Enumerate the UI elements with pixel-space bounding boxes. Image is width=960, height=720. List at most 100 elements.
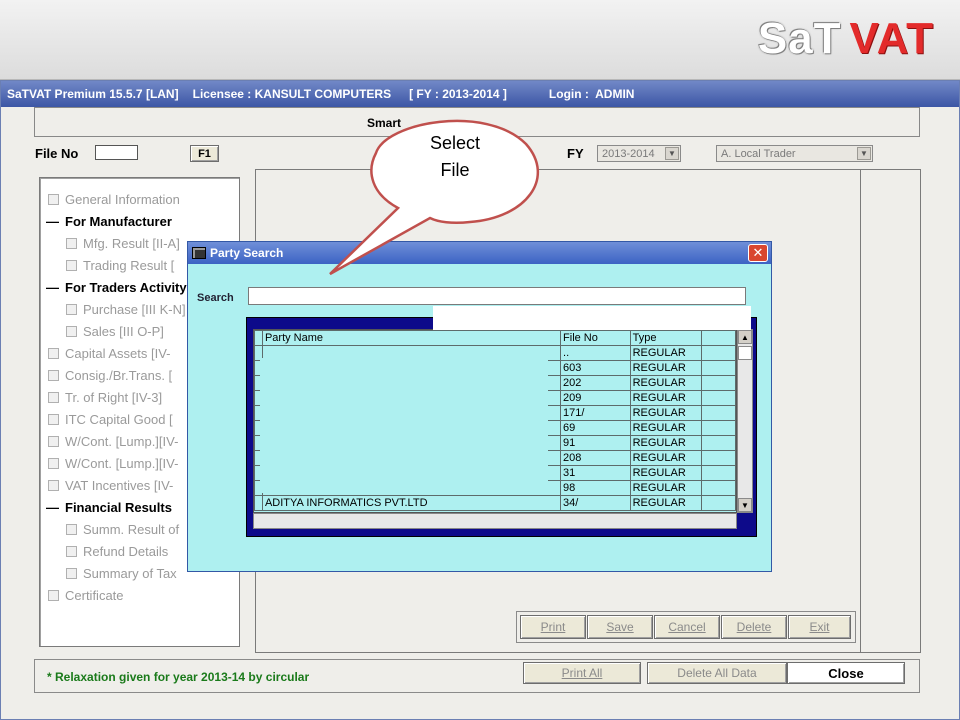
checkbox-icon[interactable] xyxy=(48,436,59,447)
file-no-cell[interactable]: 209 xyxy=(560,390,631,406)
delete-all-data-button[interactable]: Delete All Data xyxy=(647,662,787,684)
checkbox-icon[interactable] xyxy=(48,414,59,425)
type-cell[interactable]: REGULAR xyxy=(629,420,703,436)
type-cell[interactable]: REGULAR xyxy=(629,480,703,496)
tree-item-label: Trading Result [ xyxy=(83,258,175,273)
checkbox-icon[interactable] xyxy=(48,590,59,601)
print-button[interactable]: Print xyxy=(520,615,586,639)
file-no-cell[interactable]: 202 xyxy=(560,375,631,391)
checkbox-icon[interactable] xyxy=(66,326,77,337)
type-cell[interactable]: REGULAR xyxy=(629,495,703,511)
collapse-icon[interactable]: — xyxy=(46,500,59,515)
checkbox-icon[interactable] xyxy=(48,458,59,469)
tree-item[interactable]: VAT Incentives [IV- xyxy=(48,478,173,493)
file-no-cell[interactable]: 34/ xyxy=(560,495,631,511)
blank-cell[interactable] xyxy=(701,435,736,451)
checkbox-icon[interactable] xyxy=(48,194,59,205)
horizontal-scrollbar[interactable] xyxy=(253,513,737,529)
tree-item[interactable]: W/Cont. [Lump.][IV- xyxy=(48,434,178,449)
checkbox-icon[interactable] xyxy=(48,370,59,381)
checkbox-icon[interactable] xyxy=(66,260,77,271)
tree-item[interactable]: Consig./Br.Trans. [ xyxy=(48,368,172,383)
print-all-button[interactable]: Print All xyxy=(523,662,641,684)
f1-button[interactable]: F1 xyxy=(190,145,219,162)
collapse-icon[interactable]: — xyxy=(46,280,59,295)
checkbox-icon[interactable] xyxy=(48,480,59,491)
checkbox-icon[interactable] xyxy=(66,304,77,315)
checkbox-icon[interactable] xyxy=(66,546,77,557)
tree-group-header[interactable]: — For Traders Activity xyxy=(46,280,187,295)
column-header-party-name[interactable]: Party Name xyxy=(261,330,562,346)
type-cell[interactable]: REGULAR xyxy=(629,390,703,406)
type-cell[interactable]: REGULAR xyxy=(629,345,703,361)
search-input[interactable] xyxy=(248,287,746,305)
blank-cell[interactable] xyxy=(701,480,736,496)
type-cell[interactable]: REGULAR xyxy=(629,405,703,421)
checkbox-icon[interactable] xyxy=(48,392,59,403)
checkbox-icon[interactable] xyxy=(66,238,77,249)
tree-item[interactable]: Refund Details xyxy=(66,544,168,559)
tree-item[interactable]: General Information xyxy=(48,192,180,207)
file-no-cell[interactable]: .. xyxy=(560,345,631,361)
type-cell[interactable]: REGULAR xyxy=(629,435,703,451)
tree-group-header[interactable]: — For Manufacturer xyxy=(46,214,172,229)
blank-cell[interactable] xyxy=(701,345,736,361)
save-button[interactable]: Save xyxy=(587,615,653,639)
column-header-type[interactable]: Type xyxy=(629,330,703,346)
file-no-cell[interactable]: 91 xyxy=(560,435,631,451)
exit-button[interactable]: Exit xyxy=(788,615,851,639)
checkbox-icon[interactable] xyxy=(66,568,77,579)
blank-cell[interactable] xyxy=(701,375,736,391)
tree-group-header[interactable]: — Financial Results xyxy=(46,500,172,515)
table-row[interactable]: ADITYA INFORMATICS PVT.LTD 34/REGULAR xyxy=(254,495,736,511)
file-no-cell[interactable]: 208 xyxy=(560,450,631,466)
blank-cell[interactable] xyxy=(701,390,736,406)
file-no-cell[interactable]: 69 xyxy=(560,420,631,436)
trader-type-select[interactable]: A. Local Trader ▼ xyxy=(716,145,873,162)
type-cell[interactable]: REGULAR xyxy=(629,375,703,391)
column-header-file-no[interactable]: File No xyxy=(560,330,631,346)
blank-cell[interactable] xyxy=(701,450,736,466)
close-button[interactable]: Close xyxy=(787,662,905,684)
blank-cell[interactable] xyxy=(701,360,736,376)
collapse-icon[interactable]: — xyxy=(46,214,59,229)
file-no-cell[interactable]: 603 xyxy=(560,360,631,376)
scroll-thumb[interactable] xyxy=(738,346,752,360)
party-name-cell[interactable]: ADITYA INFORMATICS PVT.LTD xyxy=(261,495,562,511)
tree-item[interactable]: Mfg. Result [II-A] xyxy=(66,236,180,251)
fy-select[interactable]: 2013-2014 ▼ xyxy=(597,145,681,162)
vertical-scrollbar[interactable]: ▲ ▼ xyxy=(737,329,753,513)
tree-item[interactable]: Trading Result [ xyxy=(66,258,174,273)
blank-cell[interactable] xyxy=(701,420,736,436)
tree-item[interactable]: Summary of Tax xyxy=(66,566,177,581)
action-button-bar: Print Save Cancel Delete Exit xyxy=(516,611,856,643)
type-cell[interactable]: REGULAR xyxy=(629,450,703,466)
tree-item[interactable]: Sales [III O-P] xyxy=(66,324,164,339)
checkbox-icon[interactable] xyxy=(66,524,77,535)
chevron-down-icon[interactable]: ▼ xyxy=(857,147,871,160)
cancel-button[interactable]: Cancel xyxy=(654,615,720,639)
file-no-cell[interactable]: 171/ xyxy=(560,405,631,421)
tree-item[interactable]: Purchase [III K-N] xyxy=(66,302,186,317)
tree-item[interactable]: ITC Capital Good [ xyxy=(48,412,173,427)
blank-cell[interactable] xyxy=(701,495,736,511)
scroll-down-icon[interactable]: ▼ xyxy=(738,498,752,512)
checkbox-icon[interactable] xyxy=(48,348,59,359)
file-no-input[interactable] xyxy=(95,145,138,160)
tree-item[interactable]: Summ. Result of xyxy=(66,522,179,537)
file-no-cell[interactable]: 98 xyxy=(560,480,631,496)
blank-cell[interactable] xyxy=(701,405,736,421)
dialog-close-icon[interactable]: ✕ xyxy=(748,244,768,262)
blank-cell[interactable] xyxy=(701,465,736,481)
tree-item[interactable]: Certificate xyxy=(48,588,124,603)
type-cell[interactable]: REGULAR xyxy=(629,360,703,376)
type-cell[interactable]: REGULAR xyxy=(629,465,703,481)
file-no-cell[interactable]: 31 xyxy=(560,465,631,481)
row-selector[interactable] xyxy=(254,495,263,511)
delete-button[interactable]: Delete xyxy=(721,615,787,639)
chevron-down-icon[interactable]: ▼ xyxy=(665,147,679,160)
tree-item[interactable]: Capital Assets [IV- xyxy=(48,346,171,361)
tree-item[interactable]: Tr. of Right [IV-3] xyxy=(48,390,162,405)
scroll-up-icon[interactable]: ▲ xyxy=(738,330,752,344)
tree-item[interactable]: W/Cont. [Lump.][IV- xyxy=(48,456,178,471)
